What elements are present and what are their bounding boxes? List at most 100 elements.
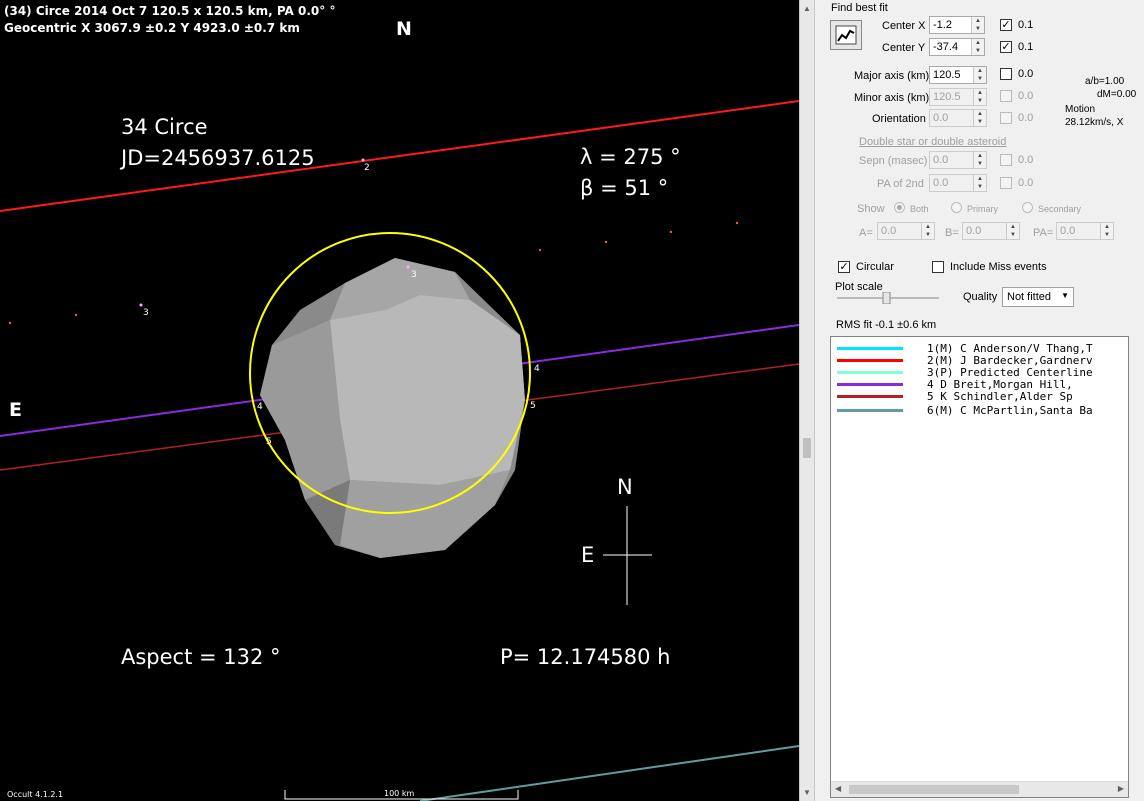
chord-label: 3: [411, 270, 417, 280]
include-miss-checkbox[interactable]: [932, 261, 944, 273]
scroll-left-icon[interactable]: ◀: [835, 784, 841, 793]
minor-axis-label: Minor axis (km): [854, 92, 930, 104]
show-secondary-radio[interactable]: [1022, 202, 1033, 213]
header-line-1: (34) Circe 2014 Oct 7 120.5 x 120.5 km, …: [4, 4, 336, 18]
plot-vertical-scrollbar[interactable]: ▲ ▼: [799, 0, 815, 801]
center-y-input[interactable]: -37.4 ▲ ▼: [929, 38, 985, 56]
pa-label: PA=: [1033, 227, 1054, 239]
minor-axis-step: 0.0: [1018, 90, 1034, 102]
delta-mag: dM=0.00: [1097, 89, 1137, 100]
chord-swatch: [837, 359, 903, 362]
circular-label: Circular: [856, 261, 894, 273]
center-y-step: 0.1: [1018, 41, 1034, 53]
major-axis-input[interactable]: 120.5 ▲ ▼: [929, 66, 987, 84]
sepn-label: Sepn (masec): [859, 155, 928, 167]
scroll-right-icon[interactable]: ▶: [1118, 784, 1124, 793]
orientation-label: Orientation: [872, 113, 926, 125]
chord-swatch: [837, 347, 903, 350]
plot-scale-slider[interactable]: [835, 292, 941, 304]
julian-date: JD=2456937.6125: [121, 146, 315, 170]
orientation-step: 0.0: [1018, 112, 1034, 124]
center-y-checkbox[interactable]: ✓: [1000, 41, 1012, 53]
motion-label: Motion: [1065, 104, 1096, 115]
center-y-label: Center Y: [882, 42, 926, 54]
scroll-down-icon[interactable]: ▼: [803, 788, 811, 797]
beta-value: β = 51 °: [580, 176, 669, 200]
chord-listbox[interactable]: 1(M) C Anderson/V Thang,T 2(M) J Bardeck…: [830, 336, 1129, 798]
major-axis-label: Major axis (km): [854, 70, 930, 82]
chord-label: 2: [364, 163, 370, 173]
motion-value: 28.12km/s, X: [1065, 117, 1124, 128]
b-input[interactable]: 0.0 ▲ ▼: [962, 222, 1020, 240]
find-best-fit-label: Find best fit: [831, 2, 888, 14]
control-panel: Find best fit Center X -1.2 ▲ ▼ ✓ 0.1 Cent…: [815, 0, 1144, 801]
header-line-2: Geocentric X 3067.9 ±0.2 Y 4923.0 ±0.7 k…: [4, 21, 300, 35]
compass-north: N: [617, 475, 633, 499]
ab-ratio: a/b=1.00: [1085, 76, 1125, 87]
period-value: P= 12.174580 h: [500, 645, 671, 669]
lambda-value: λ = 275 °: [580, 145, 681, 169]
compass-east: E: [581, 543, 595, 567]
chord-swatch: [837, 409, 903, 412]
aspect-value: Aspect = 132 °: [121, 645, 281, 669]
list-horizontal-scrollbar[interactable]: ◀ ▶: [831, 781, 1128, 797]
major-axis-step: 0.0: [1018, 68, 1034, 80]
chart-icon: [835, 25, 857, 45]
minor-axis-checkbox[interactable]: [1000, 90, 1012, 102]
double-star-label: Double star or double asteroid: [859, 136, 1007, 148]
scroll-thumb[interactable]: [803, 438, 811, 458]
scale-label: 100 km: [384, 789, 415, 798]
b-label: B=: [945, 227, 959, 239]
sepn-step: 0.0: [1018, 154, 1034, 166]
chord-swatch: [837, 395, 903, 398]
chord-line-6: [419, 745, 799, 801]
chord-label: 4: [257, 402, 263, 412]
show-primary-label: Primary: [967, 204, 998, 214]
a-label: A=: [859, 227, 873, 239]
minor-axis-input[interactable]: 120.5 ▲ ▼: [929, 88, 987, 106]
show-both-label: Both: [910, 204, 929, 214]
show-both-radio[interactable]: [894, 202, 905, 213]
sepn-input[interactable]: 0.0 ▲ ▼: [929, 151, 987, 169]
quality-label: Quality: [963, 291, 998, 303]
sepn-checkbox[interactable]: [1000, 154, 1012, 166]
center-x-step: 0.1: [1018, 19, 1034, 31]
list-item[interactable]: 6(M) C McPartlin,Santa Ba: [831, 405, 1128, 417]
chord-label: 4: [534, 364, 540, 374]
chord-label: 3: [143, 308, 149, 318]
quality-select[interactable]: Not fitted ▼: [1002, 287, 1074, 307]
pa2-checkbox[interactable]: [1000, 177, 1012, 189]
show-primary-radio[interactable]: [951, 202, 962, 213]
scroll-up-icon[interactable]: ▲: [803, 4, 811, 13]
asteroid-name: 34 Circe: [121, 115, 208, 139]
pa2-input[interactable]: 0.0 ▲ ▼: [929, 174, 987, 192]
include-miss-label: Include Miss events: [950, 261, 1047, 273]
center-x-input[interactable]: -1.2 ▲ ▼: [929, 16, 985, 34]
chord-label: 5: [530, 401, 536, 411]
show-secondary-label: Secondary: [1038, 204, 1082, 214]
chord-swatch: [837, 371, 903, 374]
pa2-label: PA of 2nd: [877, 178, 924, 190]
chord-swatch: [837, 383, 903, 386]
show-label: Show: [857, 203, 885, 215]
rms-fit: RMS fit -0.1 ±0.6 km: [836, 319, 937, 331]
circular-checkbox[interactable]: ✓: [838, 261, 850, 273]
a-input[interactable]: 0.0 ▲ ▼: [877, 222, 935, 240]
pa2-step: 0.0: [1018, 177, 1034, 189]
plot-area[interactable]: (34) Circe 2014 Oct 7 120.5 x 120.5 km, …: [0, 0, 799, 801]
plot-graphics: [0, 100, 799, 801]
scroll-thumb[interactable]: [849, 785, 1019, 794]
pa-input[interactable]: 0.0 ▲ ▼: [1056, 222, 1114, 240]
find-best-fit-button[interactable]: [830, 20, 862, 50]
orientation-checkbox[interactable]: [1000, 112, 1012, 124]
chevron-down-icon: ▼: [1061, 291, 1069, 300]
north-label: N: [396, 18, 412, 40]
center-x-label: Center X: [882, 20, 926, 32]
center-x-checkbox[interactable]: ✓: [1000, 19, 1012, 31]
list-item[interactable]: 5 K Schindler,Alder Sp: [831, 391, 1128, 403]
chord-label: 5: [266, 437, 272, 447]
orientation-input[interactable]: 0.0 ▲ ▼: [929, 109, 987, 127]
major-axis-checkbox[interactable]: [1000, 68, 1012, 80]
version-label: Occult 4.1.2.1: [7, 790, 64, 799]
east-label: E: [9, 399, 22, 421]
